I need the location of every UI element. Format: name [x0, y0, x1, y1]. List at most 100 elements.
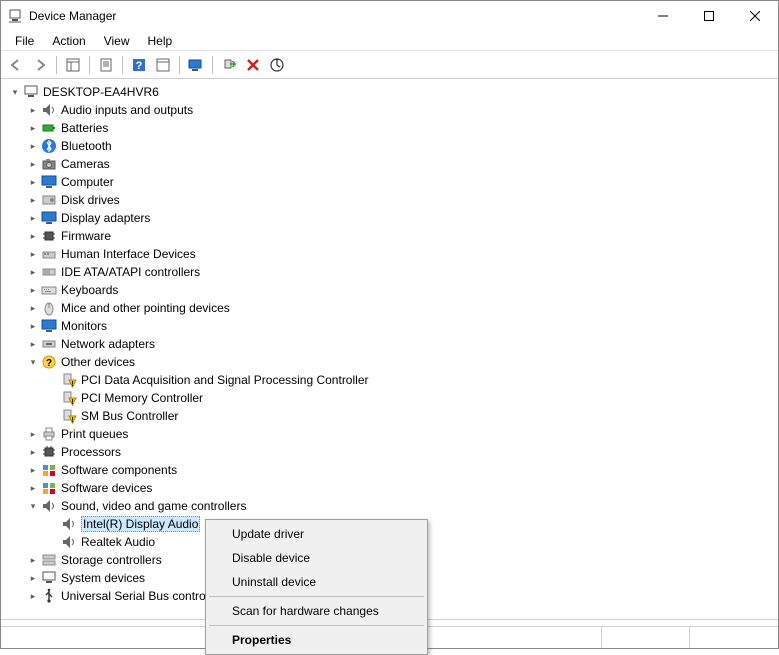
chevron-right-icon[interactable]: ▸ — [27, 446, 39, 458]
svg-text:!: ! — [71, 417, 73, 424]
tree-item-audio-io[interactable]: ▸ Audio inputs and outputs — [5, 101, 778, 119]
storage-icon — [41, 552, 57, 568]
cm-uninstall-device[interactable]: Uninstall device — [208, 570, 425, 594]
usb-icon — [41, 588, 57, 604]
app-icon — [7, 8, 23, 24]
status-pane-3 — [690, 627, 778, 648]
menu-help[interactable]: Help — [140, 32, 181, 50]
chevron-right-icon[interactable]: ▸ — [27, 284, 39, 296]
printer-icon — [41, 426, 57, 442]
tree-item-pci-memory[interactable]: ▸ ! PCI Memory Controller — [5, 389, 778, 407]
cm-disable-device[interactable]: Disable device — [208, 546, 425, 570]
chevron-down-icon[interactable]: ▾ — [9, 86, 21, 98]
tree-item-sound[interactable]: ▾ Sound, video and game controllers — [5, 497, 778, 515]
tree-item-cameras[interactable]: ▸ Cameras — [5, 155, 778, 173]
tree-item-pci-dasp[interactable]: ▸ ! PCI Data Acquisition and Signal Proc… — [5, 371, 778, 389]
chevron-right-icon[interactable]: ▸ — [27, 482, 39, 494]
speaker-icon — [61, 516, 77, 532]
disk-icon — [41, 192, 57, 208]
tree-item-bluetooth[interactable]: ▸ Bluetooth — [5, 137, 778, 155]
chevron-right-icon[interactable]: ▸ — [27, 158, 39, 170]
tree-item-other-devices[interactable]: ▾ ? Other devices — [5, 353, 778, 371]
camera-icon — [41, 156, 57, 172]
warning-icon: ! — [61, 372, 77, 388]
chevron-right-icon[interactable]: ▸ — [27, 572, 39, 584]
status-pane-2 — [602, 627, 690, 648]
context-menu: Update driver Disable device Uninstall d… — [205, 519, 428, 655]
svg-text:?: ? — [136, 60, 143, 72]
cm-scan-hardware[interactable]: Scan for hardware changes — [208, 599, 425, 623]
chevron-right-icon[interactable]: ▸ — [27, 464, 39, 476]
show-hide-tree-button[interactable] — [62, 54, 84, 76]
tree-item-ide[interactable]: ▸ IDE ATA/ATAPI controllers — [5, 263, 778, 281]
chevron-right-icon[interactable]: ▸ — [27, 176, 39, 188]
enable-device-button[interactable] — [218, 54, 240, 76]
tree-item-sw-devices[interactable]: ▸ Software devices — [5, 479, 778, 497]
back-button[interactable] — [5, 54, 27, 76]
chevron-right-icon[interactable]: ▸ — [27, 554, 39, 566]
battery-icon — [41, 120, 57, 136]
tree-item-mice[interactable]: ▸ Mice and other pointing devices — [5, 299, 778, 317]
chevron-right-icon[interactable]: ▸ — [27, 338, 39, 350]
menu-action[interactable]: Action — [44, 32, 93, 50]
tree-item-hid[interactable]: ▸ Human Interface Devices — [5, 245, 778, 263]
cpu-icon — [41, 444, 57, 460]
svg-text:?: ? — [46, 358, 52, 369]
tree-item-sw-components[interactable]: ▸ Software components — [5, 461, 778, 479]
minimize-button[interactable] — [640, 1, 686, 31]
update-driver-button[interactable] — [185, 54, 207, 76]
tree-item-monitors[interactable]: ▸ Monitors — [5, 317, 778, 335]
speaker-icon — [41, 102, 57, 118]
tree-item-keyboards[interactable]: ▸ Keyboards — [5, 281, 778, 299]
help-button[interactable]: ? — [128, 54, 150, 76]
titlebar: Device Manager — [1, 1, 778, 31]
tree-item-network[interactable]: ▸ Network adapters — [5, 335, 778, 353]
svg-text:!: ! — [71, 399, 73, 406]
forward-button[interactable] — [29, 54, 51, 76]
chevron-right-icon[interactable]: ▸ — [27, 428, 39, 440]
chevron-right-icon[interactable]: ▸ — [27, 590, 39, 602]
tree-root[interactable]: ▾ DESKTOP-EA4HVR6 — [5, 83, 778, 101]
tree-item-firmware[interactable]: ▸ Firmware — [5, 227, 778, 245]
mouse-icon — [41, 300, 57, 316]
chevron-down-icon[interactable]: ▾ — [27, 356, 39, 368]
chevron-right-icon[interactable]: ▸ — [27, 320, 39, 332]
tree-item-display-adapters[interactable]: ▸ Display adapters — [5, 209, 778, 227]
tree-item-print-queues[interactable]: ▸ Print queues — [5, 425, 778, 443]
chevron-right-icon[interactable]: ▸ — [27, 302, 39, 314]
component-icon — [41, 480, 57, 496]
close-button[interactable] — [732, 1, 778, 31]
show-hidden-button[interactable] — [152, 54, 174, 76]
tree-root-label: DESKTOP-EA4HVR6 — [43, 85, 159, 99]
tree-item-sm-bus[interactable]: ▸ ! SM Bus Controller — [5, 407, 778, 425]
tree-item-batteries[interactable]: ▸ Batteries — [5, 119, 778, 137]
keyboard-icon — [41, 282, 57, 298]
other-icon: ? — [41, 354, 57, 370]
cm-update-driver[interactable]: Update driver — [208, 522, 425, 546]
chevron-right-icon[interactable]: ▸ — [27, 140, 39, 152]
chevron-right-icon[interactable]: ▸ — [27, 194, 39, 206]
chevron-right-icon[interactable]: ▸ — [27, 122, 39, 134]
cm-separator — [209, 625, 424, 626]
chevron-right-icon[interactable]: ▸ — [27, 212, 39, 224]
chevron-down-icon[interactable]: ▾ — [27, 500, 39, 512]
menu-view[interactable]: View — [96, 32, 138, 50]
display-adapter-icon — [41, 210, 57, 226]
tree-item-disk-drives[interactable]: ▸ Disk drives — [5, 191, 778, 209]
toolbar: ? — [1, 51, 778, 79]
chevron-right-icon[interactable]: ▸ — [27, 266, 39, 278]
menu-file[interactable]: File — [7, 32, 42, 50]
maximize-button[interactable] — [686, 1, 732, 31]
chevron-right-icon[interactable]: ▸ — [27, 248, 39, 260]
chevron-right-icon[interactable]: ▸ — [27, 230, 39, 242]
speaker-icon — [41, 498, 57, 514]
system-icon — [41, 570, 57, 586]
properties-button[interactable] — [95, 54, 117, 76]
uninstall-device-button[interactable] — [242, 54, 264, 76]
scan-hardware-button[interactable] — [266, 54, 288, 76]
tree-item-computer[interactable]: ▸ Computer — [5, 173, 778, 191]
cm-properties[interactable]: Properties — [208, 628, 425, 652]
tree-item-processors[interactable]: ▸ Processors — [5, 443, 778, 461]
chevron-right-icon[interactable]: ▸ — [27, 104, 39, 116]
svg-text:!: ! — [71, 381, 73, 388]
